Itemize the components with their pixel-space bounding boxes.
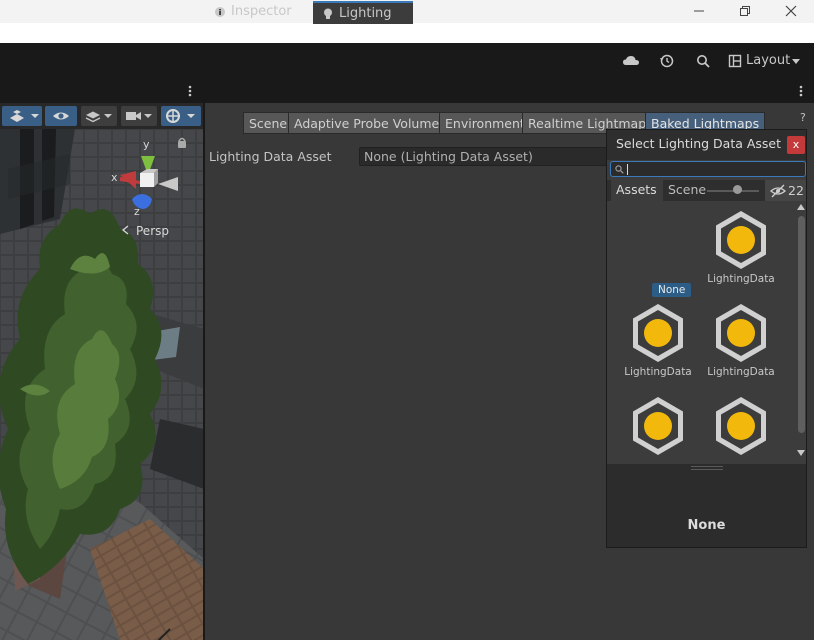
lighting-data-icon bbox=[716, 397, 766, 455]
projection-label[interactable]: Persp bbox=[136, 224, 169, 238]
tab-lighting[interactable]: Lighting bbox=[313, 1, 413, 24]
inspector-tab-bar bbox=[205, 79, 814, 103]
lighting-data-icon bbox=[716, 211, 766, 269]
lighting-tab-environment[interactable]: Environment bbox=[439, 112, 531, 134]
close-icon bbox=[785, 5, 797, 17]
lighting-tab-scene[interactable]: Scene bbox=[243, 112, 294, 134]
minimize-button[interactable] bbox=[676, 0, 722, 23]
asset-item-lightingdata[interactable]: LightingData bbox=[701, 303, 781, 391]
scene-toolbar bbox=[0, 103, 204, 129]
asset-item-label: None bbox=[652, 283, 692, 297]
layers-dropdown[interactable] bbox=[81, 106, 117, 126]
lighting-data-icon bbox=[716, 304, 766, 362]
gizmos-dropdown[interactable] bbox=[161, 106, 201, 126]
tab-lighting-label: Lighting bbox=[339, 6, 392, 21]
visibility-toggle[interactable] bbox=[45, 106, 77, 126]
draw-mode-icon bbox=[10, 110, 39, 122]
info-icon bbox=[215, 7, 225, 17]
axis-y-label: y bbox=[143, 138, 150, 151]
picker-title: Select Lighting Data Asset bbox=[616, 136, 782, 151]
scene-viewport[interactable]: y x z Persp bbox=[0, 129, 204, 640]
minimize-icon bbox=[694, 10, 704, 12]
asset-item-label: LightingData bbox=[624, 366, 692, 378]
preview-selected-name: None bbox=[687, 518, 726, 533]
lightbulb-icon bbox=[324, 8, 332, 19]
scroll-down-icon[interactable] bbox=[797, 450, 805, 456]
asset-item-none[interactable]: None bbox=[619, 210, 699, 298]
restore-button[interactable] bbox=[722, 0, 768, 23]
asset-item-label: LightingData bbox=[707, 366, 775, 378]
more-options-icon[interactable] bbox=[184, 83, 196, 99]
picker-tab-assets[interactable]: Assets bbox=[611, 180, 663, 201]
text-caret bbox=[627, 164, 628, 175]
layout-icon bbox=[728, 54, 742, 68]
asset-item-lightingdata[interactable] bbox=[618, 396, 698, 461]
main-toolbar: Layout bbox=[0, 43, 814, 79]
preview-resize-handle[interactable] bbox=[691, 466, 723, 470]
picker-close-button[interactable]: x bbox=[787, 136, 805, 154]
camera-icon bbox=[126, 112, 152, 120]
chevron-down-icon bbox=[792, 59, 800, 64]
lighting-data-asset-field[interactable]: None (Lighting Data Asset) bbox=[359, 147, 619, 166]
cloud-button[interactable] bbox=[621, 52, 641, 70]
gizmo-icon bbox=[166, 109, 195, 123]
scroll-up-icon[interactable] bbox=[797, 204, 805, 210]
search-icon bbox=[615, 165, 624, 174]
asset-item-lightingdata[interactable]: LightingData bbox=[701, 210, 781, 298]
picker-preview-area: None bbox=[607, 464, 806, 547]
picker-search-input[interactable] bbox=[610, 161, 806, 177]
layers-icon bbox=[85, 111, 112, 123]
lighting-tab-adaptive-probe-volumes[interactable]: Adaptive Probe Volumes bbox=[288, 112, 452, 134]
draw-mode-dropdown[interactable] bbox=[2, 106, 42, 126]
camera-dropdown[interactable] bbox=[121, 106, 157, 126]
object-picker-window: Select Lighting Data Asset x Assets Scen… bbox=[606, 129, 807, 548]
thumbnail-size-slider-handle[interactable] bbox=[733, 185, 742, 194]
hidden-packages-toggle[interactable]: 22 bbox=[765, 180, 806, 201]
cloud-icon bbox=[623, 56, 639, 65]
help-icon[interactable]: ? bbox=[800, 111, 806, 124]
picker-header: Select Lighting Data Asset x bbox=[607, 130, 806, 160]
eye-slash-icon bbox=[770, 184, 786, 198]
hidden-count: 22 bbox=[788, 183, 804, 198]
scrollbar-thumb[interactable] bbox=[798, 216, 805, 433]
axis-z-label: z bbox=[134, 205, 140, 218]
asset-item-label: LightingData bbox=[707, 273, 775, 285]
lighting-data-icon bbox=[633, 397, 683, 455]
picker-tabs: Assets Scene 22 bbox=[607, 180, 806, 201]
layout-dropdown[interactable]: Layout bbox=[724, 51, 804, 71]
scene-render: y x z Persp bbox=[0, 129, 204, 640]
axis-x-label: x bbox=[111, 171, 118, 184]
lighting-data-asset-label: Lighting Data Asset bbox=[209, 149, 332, 164]
scene-tab-bar bbox=[0, 79, 204, 103]
search-button[interactable] bbox=[693, 52, 713, 70]
layout-label: Layout bbox=[746, 53, 791, 68]
eye-icon bbox=[53, 112, 69, 120]
asset-item-lightingdata[interactable] bbox=[701, 396, 781, 461]
asset-grid: None LightingData LightingData LightingD… bbox=[607, 202, 797, 461]
asset-item-lightingdata[interactable]: LightingData bbox=[618, 303, 698, 391]
history-icon bbox=[660, 54, 674, 68]
more-options-icon[interactable] bbox=[795, 83, 807, 99]
menu-bar bbox=[0, 23, 814, 43]
tab-inspector-label: Inspector bbox=[231, 4, 292, 19]
asset-grid-scrollbar[interactable] bbox=[796, 202, 806, 462]
picker-tab-scene[interactable]: Scene bbox=[663, 180, 711, 201]
history-button[interactable] bbox=[657, 52, 677, 70]
search-icon bbox=[697, 55, 710, 68]
restore-icon bbox=[740, 6, 750, 16]
lighting-data-icon bbox=[633, 304, 683, 362]
tab-inspector[interactable]: Inspector bbox=[205, 1, 305, 24]
close-window-button[interactable] bbox=[768, 0, 814, 23]
